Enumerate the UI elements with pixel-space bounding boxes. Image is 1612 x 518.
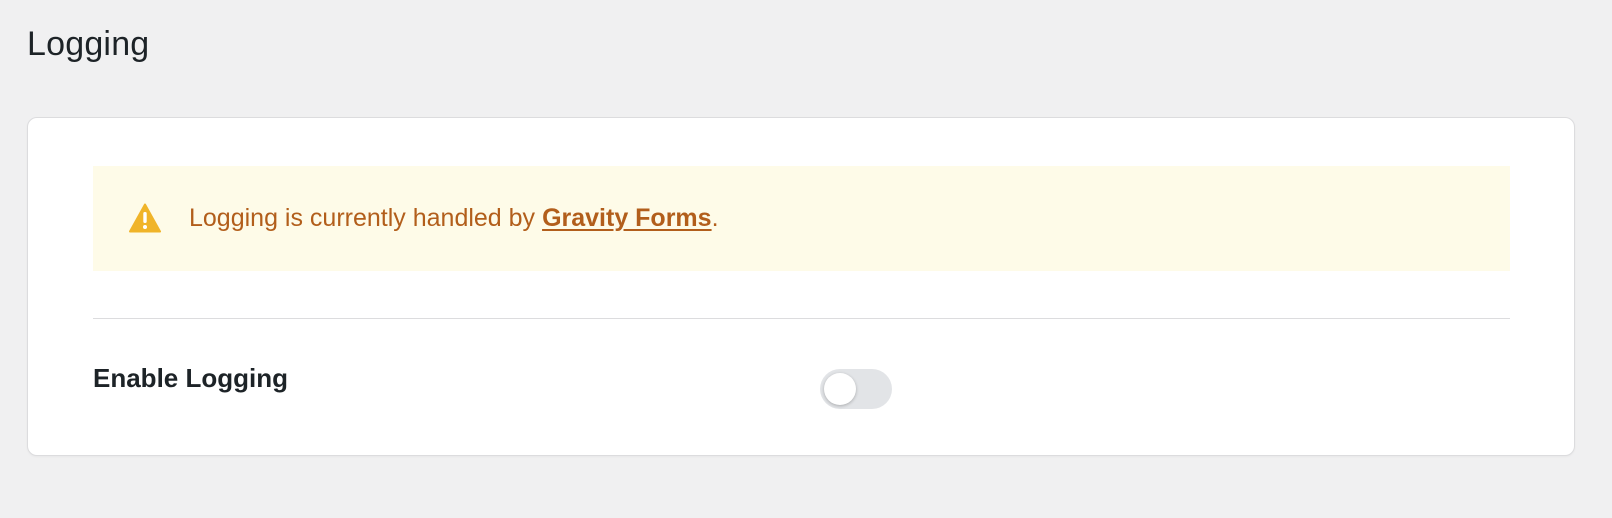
notice-text-after: .: [711, 204, 719, 232]
enable-logging-label: Enable Logging: [93, 363, 288, 393]
logging-settings-page: Logging Logging is currently handled by …: [0, 0, 1612, 518]
notice-text-before: Logging is currently handled by: [189, 204, 536, 232]
toggle-knob: [824, 373, 856, 405]
enable-logging-toggle[interactable]: [820, 369, 892, 409]
page-title: Logging: [27, 25, 150, 63]
gravity-forms-link[interactable]: Gravity Forms: [542, 204, 712, 233]
notice-message: Logging is currently handled by Gravity …: [189, 166, 719, 271]
warning-notice: Logging is currently handled by Gravity …: [93, 166, 1510, 271]
divider: [93, 318, 1510, 319]
warning-icon: [129, 203, 161, 233]
settings-card: Logging is currently handled by Gravity …: [27, 117, 1575, 456]
